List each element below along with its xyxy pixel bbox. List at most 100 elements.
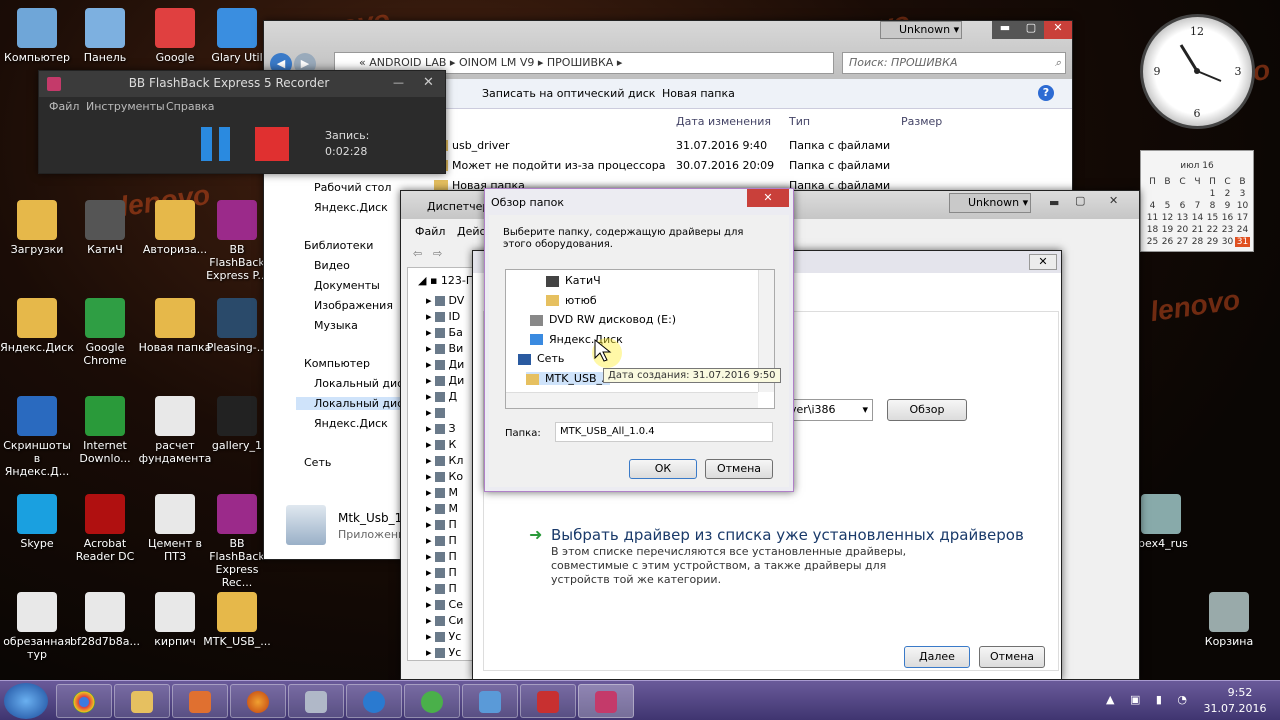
desktop-icon[interactable]: Загрузки: [0, 200, 74, 256]
calendar-day[interactable]: 25: [1145, 237, 1160, 247]
recorder-menu-tools[interactable]: Инструменты: [86, 100, 165, 113]
recorder-menu-file[interactable]: Файл: [49, 100, 79, 113]
device-category[interactable]: ▸ П: [426, 534, 457, 547]
device-category[interactable]: ▸ Д: [426, 390, 457, 403]
user-button[interactable]: Unknown ▾: [880, 21, 962, 39]
calendar-day[interactable]: 29: [1205, 237, 1220, 247]
nav-item[interactable]: Локальный диск: [296, 397, 414, 410]
driver-path-input[interactable]: ver\i386 ▾: [783, 399, 873, 421]
tree-hscrollbar[interactable]: [506, 392, 758, 408]
desktop-icon[interactable]: Компьютер: [0, 8, 74, 64]
start-button[interactable]: [4, 683, 48, 719]
calendar-day[interactable]: 26: [1160, 237, 1175, 247]
desktop-icon[interactable]: Skype: [0, 494, 74, 550]
next-button[interactable]: Далее: [904, 646, 970, 668]
calendar-day[interactable]: 11: [1145, 213, 1160, 223]
nav-item[interactable]: Сеть: [286, 456, 335, 469]
column-header-date[interactable]: Дата изменения: [676, 115, 771, 128]
folder-tree-item[interactable]: DVD RW дисковод (E:): [530, 313, 676, 326]
desktop-icon[interactable]: Internet Downlo...: [68, 396, 142, 465]
device-category[interactable]: ▸ П: [426, 582, 457, 595]
breadcrumb-item[interactable]: ANDROID LAB: [369, 56, 446, 69]
calendar-day[interactable]: 1: [1205, 189, 1220, 199]
device-category[interactable]: ▸ Ба: [426, 326, 463, 339]
ok-button[interactable]: ОК: [629, 459, 697, 479]
browse-cancel-button[interactable]: Отмена: [705, 459, 773, 479]
device-category[interactable]: ▸ М: [426, 486, 458, 499]
device-category[interactable]: ▸ П: [426, 566, 457, 579]
taskbar-recorder[interactable]: [578, 684, 634, 718]
column-header-size[interactable]: Размер: [901, 115, 942, 128]
calendar-day[interactable]: 8: [1205, 201, 1220, 211]
recorder-minimize-button[interactable]: —: [393, 76, 404, 89]
desktop-icon[interactable]: Google Chrome: [68, 298, 142, 367]
calendar-day[interactable]: 12: [1160, 213, 1175, 223]
device-category[interactable]: ▸ М: [426, 502, 458, 515]
browse-close-button[interactable]: ✕: [747, 189, 789, 207]
device-category[interactable]: ▸ К: [426, 438, 456, 451]
nav-item[interactable]: Изображения: [296, 299, 397, 312]
calendar-day[interactable]: 28: [1190, 237, 1205, 247]
recorder-close-button[interactable]: ✕: [423, 75, 434, 90]
calendar-day[interactable]: 21: [1190, 225, 1205, 235]
device-category[interactable]: ▸ DV: [426, 294, 464, 307]
taskbar-ie[interactable]: [346, 684, 402, 718]
calendar-day[interactable]: 31: [1235, 237, 1250, 247]
help-icon[interactable]: ?: [1038, 85, 1054, 101]
folder-tree-item[interactable]: MTK_USB_A: [526, 372, 610, 385]
calendar-day[interactable]: 10: [1235, 201, 1250, 211]
nav-item[interactable]: Музыка: [296, 319, 362, 332]
calendar-day[interactable]: 22: [1205, 225, 1220, 235]
device-category[interactable]: ▸ П: [426, 550, 457, 563]
file-name[interactable]: Может не подойти из-за процессора: [452, 159, 665, 172]
device-category[interactable]: ▸ Ди: [426, 374, 464, 387]
nav-item[interactable]: Яндекс.Диск: [296, 201, 392, 214]
device-category[interactable]: ▸ З: [426, 422, 456, 435]
recorder-menu-help[interactable]: Справка: [166, 100, 214, 113]
desktop-icon[interactable]: Скриншоты в Яндекс.Д...: [0, 396, 74, 478]
burn-disc-button[interactable]: Записать на оптический диск: [482, 87, 655, 100]
devmgr-menu-file[interactable]: Файл: [415, 225, 445, 238]
clock-date[interactable]: 31.07.2016: [1196, 702, 1274, 715]
column-header-type[interactable]: Тип: [789, 115, 810, 128]
device-category[interactable]: ▸ Си: [426, 614, 463, 627]
device-category[interactable]: ▸ Се: [426, 598, 463, 611]
calendar-day[interactable]: 2: [1220, 189, 1235, 199]
calendar-day[interactable]: 3: [1235, 189, 1250, 199]
nav-item[interactable]: Библиотеки: [286, 239, 377, 252]
devmgr-minimize-button[interactable]: ▬: [1049, 196, 1059, 209]
nav-item[interactable]: Компьютер: [286, 357, 374, 370]
device-category[interactable]: ▸ П: [426, 518, 457, 531]
calendar-day[interactable]: 9: [1220, 201, 1235, 211]
wizard-close-button[interactable]: ✕: [1029, 254, 1057, 270]
stop-button[interactable]: [255, 127, 289, 161]
desktop-icon[interactable]: MTK_USB_...: [200, 592, 274, 648]
devmgr-close-button[interactable]: ✕: [1109, 194, 1118, 207]
device-category[interactable]: ▸ Ви: [426, 342, 463, 355]
devmgr-back-icon[interactable]: ⇦: [413, 247, 422, 260]
calendar-day[interactable]: 20: [1175, 225, 1190, 235]
nav-item[interactable]: Локальный диск: [296, 377, 414, 390]
devmgr-menu-action[interactable]: Дейс: [457, 225, 486, 238]
calendar-day[interactable]: 13: [1175, 213, 1190, 223]
device-category[interactable]: ▸ Ко: [426, 470, 463, 483]
device-category[interactable]: ▸ Ус: [426, 646, 461, 659]
tree-root[interactable]: ◢ ▪ 123-П: [418, 274, 474, 287]
device-category[interactable]: ▸ Ди: [426, 358, 464, 371]
breadcrumb-item[interactable]: ПРОШИВКА: [547, 56, 613, 69]
option-title[interactable]: Выбрать драйвер из списка уже установлен…: [551, 526, 1024, 544]
calendar-day[interactable]: 27: [1175, 237, 1190, 247]
devmgr-maximize-button[interactable]: ▢: [1075, 194, 1085, 207]
wizard-cancel-button[interactable]: Отмена: [979, 646, 1045, 668]
calendar-day[interactable]: 19: [1160, 225, 1175, 235]
taskbar-explorer[interactable]: [114, 684, 170, 718]
taskbar-chrome[interactable]: [56, 684, 112, 718]
folder-tree-item[interactable]: ютюб: [546, 294, 597, 307]
device-category[interactable]: ▸ Кл: [426, 454, 463, 467]
device-category[interactable]: ▸: [426, 406, 446, 419]
devmgr-forward-icon[interactable]: ⇨: [433, 247, 442, 260]
calendar-day[interactable]: 18: [1145, 225, 1160, 235]
calendar-day[interactable]: 30: [1220, 237, 1235, 247]
minimize-button[interactable]: ▬: [992, 21, 1018, 39]
folder-input[interactable]: MTK_USB_All_1.0.4: [555, 422, 773, 442]
